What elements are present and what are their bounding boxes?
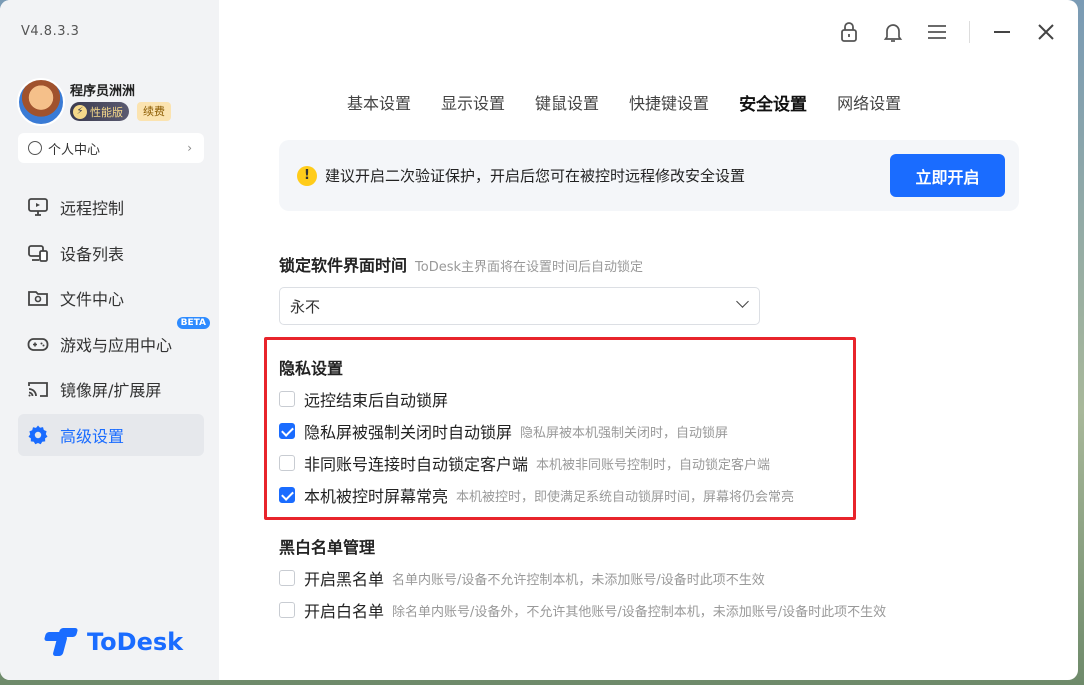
chevron-right-icon: › — [187, 141, 192, 155]
checkbox[interactable] — [279, 391, 295, 407]
sidebar-item-advanced-settings[interactable]: 高级设置 — [18, 413, 204, 456]
sidebar-item-file-center[interactable]: 文件中心 — [18, 277, 204, 319]
lock-time-title: 锁定软件界面时间 — [279, 256, 408, 275]
option-label: 开启黑名单 — [304, 570, 385, 589]
sidebar-item-label: 远程控制 — [60, 199, 125, 218]
privacy-option-lock-privacy-screen[interactable]: 隐私屏被强制关闭时自动锁屏 隐私屏被本机强制关闭时，自动锁屏 — [279, 419, 728, 443]
lock-icon[interactable] — [827, 18, 871, 46]
option-description: 本机被非同账号控制时，自动锁定客户端 — [536, 457, 771, 473]
close-icon[interactable] — [1024, 18, 1068, 46]
app-window: V4.8.3.3 程序员洲洲 ⚡ 性能版 续费 个人中心 › 远程控制 设备列表… — [0, 0, 1078, 680]
gamepad-icon — [26, 332, 50, 356]
lock-time-select[interactable]: 永不 — [279, 287, 760, 325]
checkbox[interactable] — [279, 423, 295, 439]
personal-center-button[interactable]: 个人中心 › — [18, 133, 204, 163]
sidebar-item-label: 高级设置 — [60, 426, 125, 446]
option-description: 除名单内账号/设备外，不允许其他账号/设备控制本机，未添加账号/设备时此项不生效 — [392, 604, 887, 620]
option-description: 隐私屏被本机强制关闭时，自动锁屏 — [520, 425, 729, 441]
enable-now-button[interactable]: 立即开启 — [890, 154, 1005, 197]
avatar[interactable] — [17, 78, 65, 126]
lock-time-hint: ToDesk主界面将在设置时间后自动锁定 — [415, 260, 644, 275]
privacy-option-screen-always-on[interactable]: 本机被控时屏幕常亮 本机被控时，即使满足系统自动锁屏时间，屏幕将仍会常亮 — [279, 483, 794, 507]
option-label: 远控结束后自动锁屏 — [304, 391, 449, 410]
tab-basic[interactable]: 基本设置 — [347, 90, 411, 115]
chevron-down-icon — [736, 295, 749, 308]
username: 程序员洲洲 — [70, 84, 136, 99]
blackwhite-title: 黑白名单管理 — [279, 538, 376, 557]
menu-icon[interactable] — [915, 18, 959, 46]
option-label: 非同账号连接时自动锁定客户端 — [304, 455, 529, 474]
tier-badge-label: 性能版 — [90, 105, 123, 119]
main-panel: 基本设置 显示设置 键鼠设置 快捷键设置 安全设置 网络设置 ! 建议开启二次验… — [219, 0, 1078, 680]
todesk-logo: ToDesk — [43, 628, 184, 656]
tab-security[interactable]: 安全设置 — [739, 90, 807, 115]
sidebar-nav: 远程控制 设备列表 文件中心 游戏与应用中心 BETA 镜像屏/扩展屏 高级设置 — [18, 186, 210, 459]
blacklist-option[interactable]: 开启黑名单 名单内账号/设备不允许控制本机，未添加账号/设备时此项不生效 — [279, 566, 765, 590]
sidebar-item-label: 设备列表 — [60, 244, 125, 264]
personal-center-label: 个人中心 — [48, 142, 101, 158]
privacy-option-lock-other-account[interactable]: 非同账号连接时自动锁定客户端 本机被非同账号控制时，自动锁定客户端 — [279, 451, 770, 475]
tier-badge[interactable]: ⚡ 性能版 — [70, 102, 129, 121]
sidebar-item-label: 游戏与应用中心 — [60, 335, 173, 355]
folder-icon — [26, 286, 50, 310]
tab-display[interactable]: 显示设置 — [441, 90, 505, 115]
cast-icon — [26, 377, 50, 401]
two-factor-notice: ! 建议开启二次验证保护，开启后您可在被控时远程修改安全设置 立即开启 — [279, 140, 1019, 211]
notice-message: 建议开启二次验证保护，开启后您可在被控时远程修改安全设置 — [325, 167, 746, 185]
settings-tabs: 基本设置 显示设置 键鼠设置 快捷键设置 安全设置 网络设置 — [347, 90, 931, 115]
tab-keyboard-mouse[interactable]: 键鼠设置 — [535, 90, 599, 115]
lock-time-value: 永不 — [290, 297, 321, 316]
sidebar-item-game-app-center[interactable]: 游戏与应用中心 BETA — [18, 316, 210, 365]
checkbox[interactable] — [279, 570, 295, 586]
title-bar-controls — [827, 18, 1078, 46]
title-bar-divider — [969, 21, 970, 43]
sidebar: V4.8.3.3 程序员洲洲 ⚡ 性能版 续费 个人中心 › 远程控制 设备列表… — [0, 0, 219, 680]
whitelist-option[interactable]: 开启白名单 除名单内账号/设备外，不允许其他账号/设备控制本机，未添加账号/设备… — [279, 598, 886, 622]
sidebar-item-remote-control[interactable]: 远程控制 — [18, 186, 204, 228]
version-label: V4.8.3.3 — [21, 24, 80, 39]
monitor-icon — [26, 195, 50, 219]
user-icon — [28, 141, 42, 155]
checkbox[interactable] — [279, 455, 295, 471]
privacy-title: 隐私设置 — [279, 359, 344, 378]
tab-shortcuts[interactable]: 快捷键设置 — [629, 90, 709, 115]
option-label: 隐私屏被强制关闭时自动锁屏 — [304, 423, 513, 442]
checkbox[interactable] — [279, 487, 295, 503]
gear-icon — [26, 423, 50, 447]
renew-button[interactable]: 续费 — [137, 102, 171, 121]
lock-time-section: 锁定软件界面时间 ToDesk主界面将在设置时间后自动锁定 — [279, 252, 643, 276]
option-description: 名单内账号/设备不允许控制本机，未添加账号/设备时此项不生效 — [392, 572, 765, 588]
bell-icon[interactable] — [871, 18, 915, 46]
option-label: 本机被控时屏幕常亮 — [304, 487, 449, 506]
beta-badge: BETA — [176, 316, 210, 329]
logo-text: ToDesk — [87, 628, 184, 656]
devices-icon — [26, 241, 50, 265]
warning-icon: ! — [297, 165, 317, 186]
sidebar-item-label: 镜像屏/扩展屏 — [60, 381, 162, 400]
sidebar-item-mirror-screen[interactable]: 镜像屏/扩展屏 — [18, 368, 204, 410]
bolt-icon: ⚡ — [73, 104, 87, 119]
option-description: 本机被控时，即使满足系统自动锁屏时间，屏幕将仍会常亮 — [456, 489, 795, 505]
checkbox[interactable] — [279, 602, 295, 618]
todesk-logo-icon — [43, 628, 79, 656]
sidebar-item-device-list[interactable]: 设备列表 — [18, 232, 204, 274]
privacy-option-lock-after-remote[interactable]: 远控结束后自动锁屏 — [279, 387, 448, 411]
tab-network[interactable]: 网络设置 — [837, 90, 901, 115]
minimize-icon[interactable] — [980, 18, 1024, 46]
option-label: 开启白名单 — [304, 602, 385, 621]
sidebar-item-label: 文件中心 — [60, 290, 125, 309]
